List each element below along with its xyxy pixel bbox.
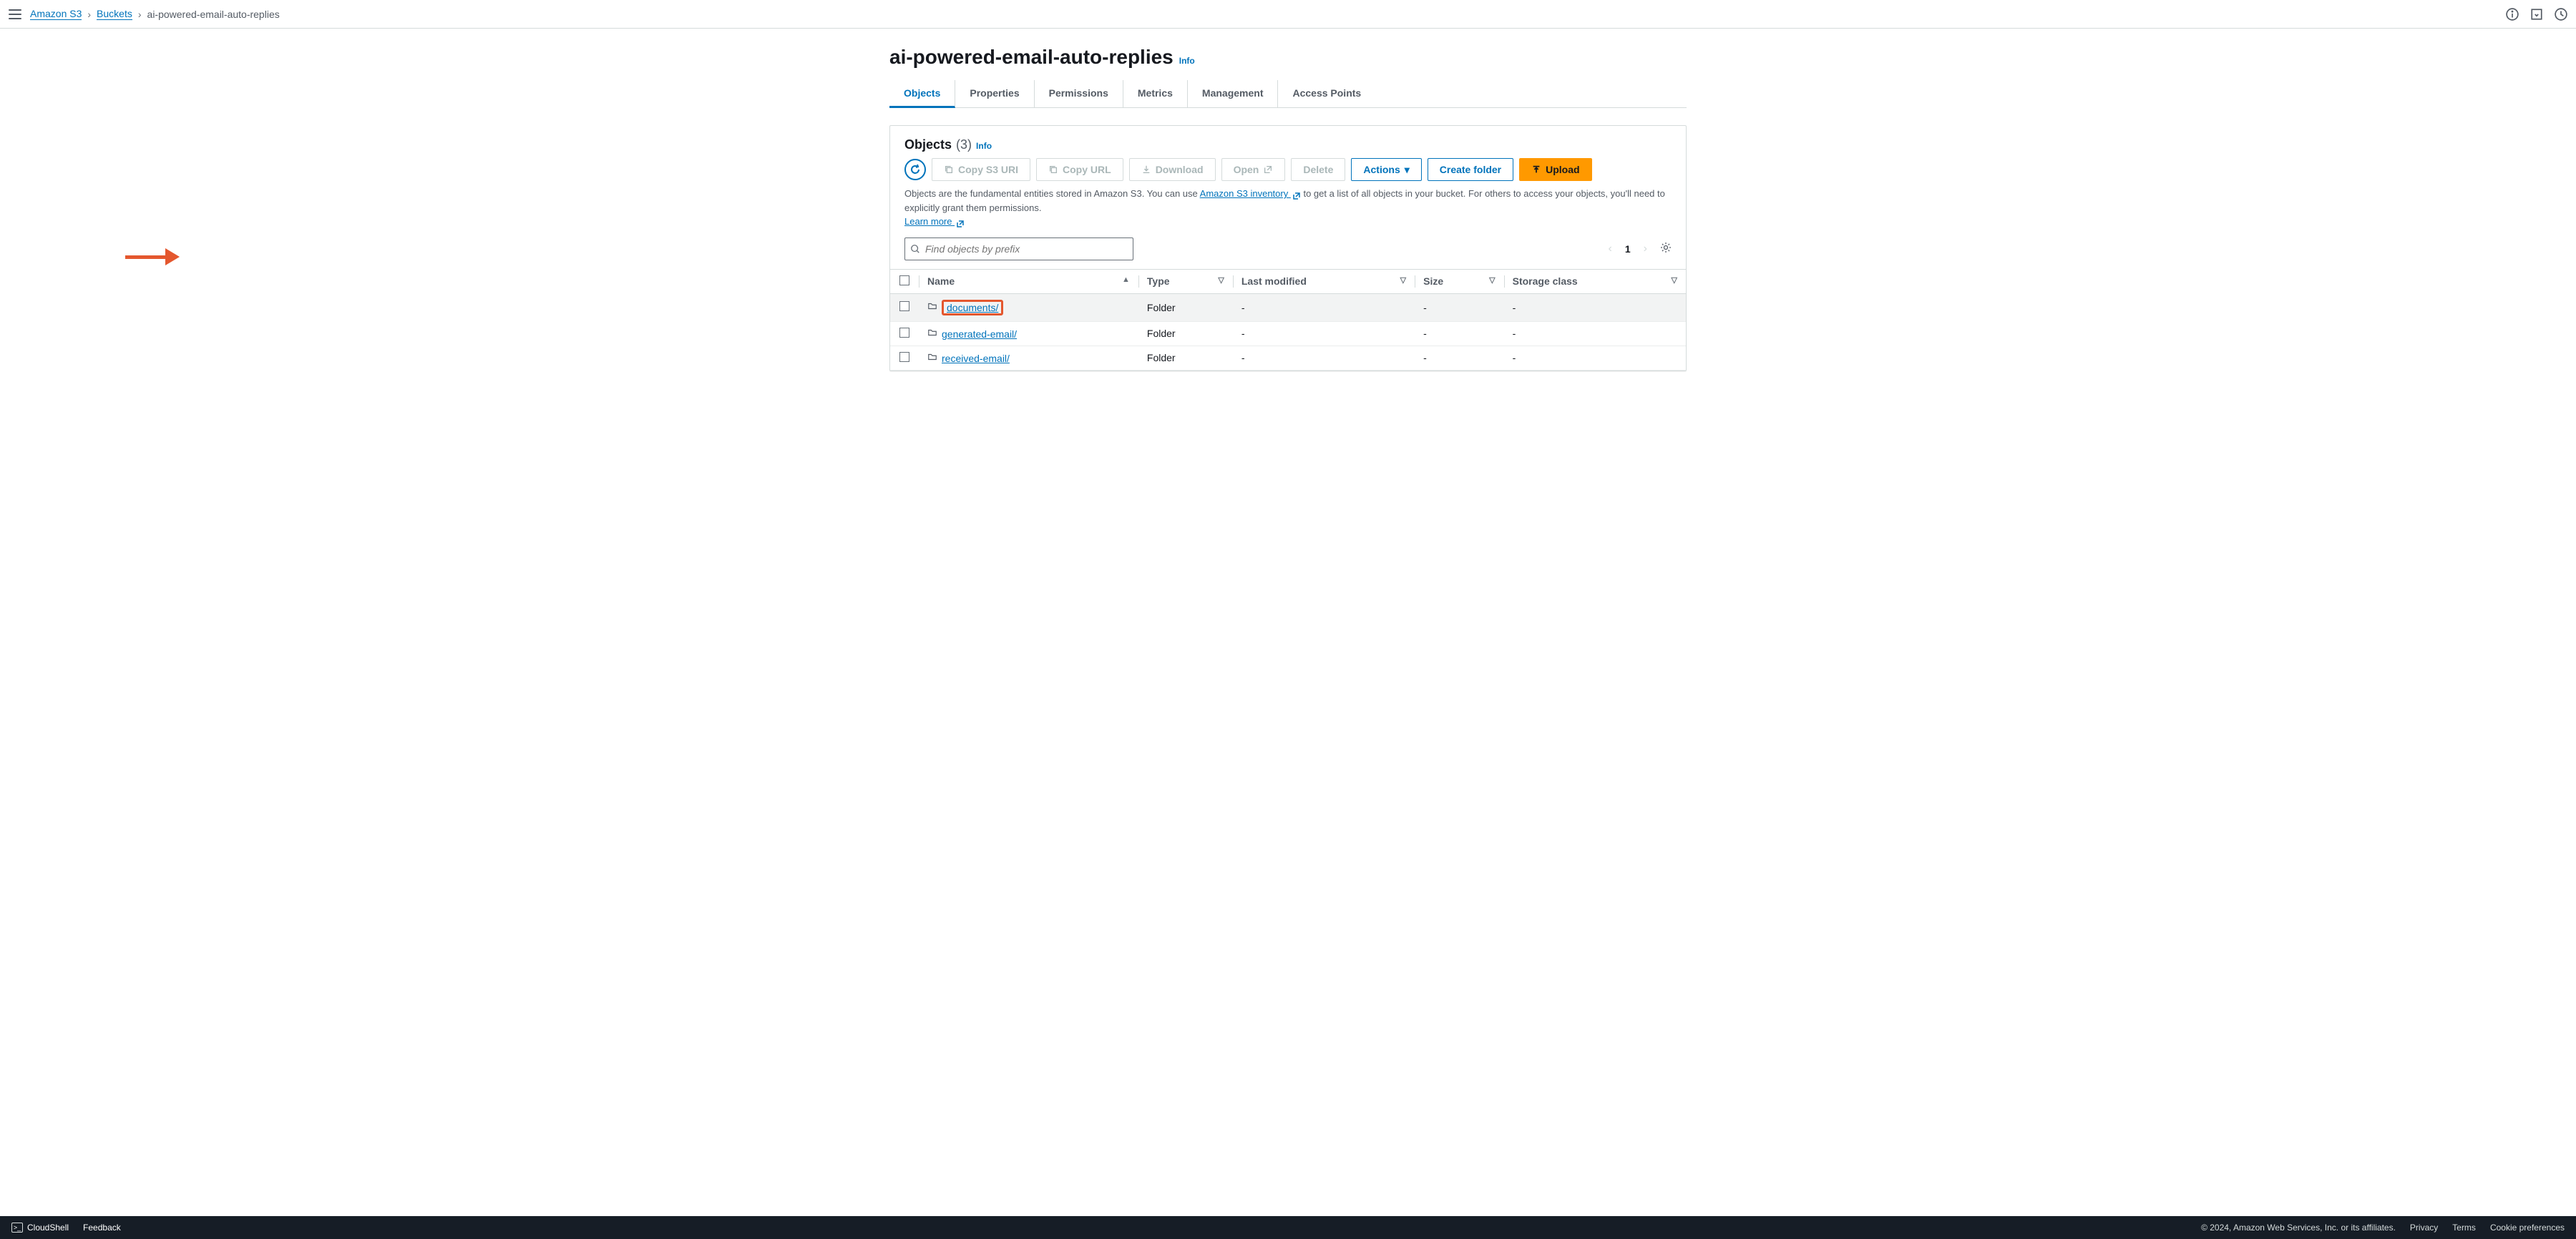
cell-size: - <box>1415 293 1504 321</box>
objects-table: Name▲ Type▽ Last modified▽ Size▽ Storage… <box>890 269 1686 371</box>
row-checkbox[interactable] <box>899 352 909 362</box>
sort-asc-icon: ▲ <box>1122 275 1130 284</box>
copy-s3-uri-button[interactable]: Copy S3 URI <box>932 158 1030 181</box>
cell-type: Folder <box>1138 321 1233 346</box>
tab-properties[interactable]: Properties <box>955 80 1034 107</box>
object-link[interactable]: received-email/ <box>942 353 1010 364</box>
copyright: © 2024, Amazon Web Services, Inc. or its… <box>2201 1223 2396 1233</box>
cell-type: Folder <box>1138 346 1233 370</box>
upload-button[interactable]: Upload <box>1519 158 1591 181</box>
actions-button[interactable]: Actions▾ <box>1351 158 1421 181</box>
table-row[interactable]: received-email/ Folder - - - <box>890 346 1686 370</box>
col-size[interactable]: Size▽ <box>1415 269 1504 293</box>
col-storage-class[interactable]: Storage class▽ <box>1504 269 1686 293</box>
chevron-right-icon: › <box>87 9 91 20</box>
expand-icon[interactable] <box>2530 8 2543 21</box>
tab-metrics[interactable]: Metrics <box>1123 80 1188 107</box>
page-current: 1 <box>1625 243 1631 255</box>
tab-access-points[interactable]: Access Points <box>1278 80 1375 107</box>
external-link-icon <box>1292 190 1301 199</box>
sort-icon: ▽ <box>1400 275 1406 285</box>
breadcrumb: Amazon S3 › Buckets › ai-powered-email-a… <box>30 8 280 20</box>
cell-last-modified: - <box>1233 346 1415 370</box>
external-link-icon <box>956 218 965 227</box>
cell-size: - <box>1415 321 1504 346</box>
privacy-link[interactable]: Privacy <box>2410 1223 2438 1233</box>
row-checkbox[interactable] <box>899 301 909 311</box>
create-folder-button[interactable]: Create folder <box>1428 158 1513 181</box>
top-bar: Amazon S3 › Buckets › ai-powered-email-a… <box>0 0 2576 29</box>
cloudshell-button[interactable]: >_CloudShell <box>11 1223 69 1233</box>
learn-more-link[interactable]: Learn more <box>904 216 965 227</box>
panel-info-link[interactable]: Info <box>976 141 992 151</box>
refresh-button[interactable] <box>904 159 926 180</box>
info-link[interactable]: Info <box>1179 56 1195 66</box>
tab-permissions[interactable]: Permissions <box>1035 80 1123 107</box>
folder-icon <box>927 301 937 311</box>
select-all-checkbox[interactable] <box>899 275 909 285</box>
tabs: Objects Properties Permissions Metrics M… <box>889 80 1687 108</box>
table-row[interactable]: generated-email/ Folder - - - <box>890 321 1686 346</box>
chevron-down-icon: ▾ <box>1405 164 1410 176</box>
search-input[interactable] <box>904 237 1133 260</box>
folder-icon <box>927 328 937 338</box>
tab-objects[interactable]: Objects <box>889 80 955 108</box>
col-last-modified[interactable]: Last modified▽ <box>1233 269 1415 293</box>
footer: >_CloudShell Feedback © 2024, Amazon Web… <box>0 1216 2576 1239</box>
cell-storage-class: - <box>1504 321 1686 346</box>
sort-icon: ▽ <box>1672 275 1677 285</box>
cell-size: - <box>1415 346 1504 370</box>
page-prev[interactable]: ‹ <box>1606 240 1615 258</box>
row-checkbox[interactable] <box>899 328 909 338</box>
page-next[interactable]: › <box>1641 240 1650 258</box>
pagination: ‹ 1 › <box>1606 240 1672 258</box>
sort-icon: ▽ <box>1489 275 1495 285</box>
open-button[interactable]: Open <box>1221 158 1286 181</box>
cookies-link[interactable]: Cookie preferences <box>2490 1223 2565 1233</box>
clock-icon[interactable] <box>2555 8 2567 21</box>
tab-management[interactable]: Management <box>1188 80 1279 107</box>
col-type[interactable]: Type▽ <box>1138 269 1233 293</box>
terms-link[interactable]: Terms <box>2452 1223 2476 1233</box>
cell-storage-class: - <box>1504 346 1686 370</box>
cell-type: Folder <box>1138 293 1233 321</box>
panel-count: (3) <box>956 137 972 152</box>
cell-last-modified: - <box>1233 293 1415 321</box>
cell-last-modified: - <box>1233 321 1415 346</box>
feedback-link[interactable]: Feedback <box>83 1223 121 1233</box>
copy-url-button[interactable]: Copy URL <box>1036 158 1123 181</box>
cloudshell-icon: >_ <box>11 1223 23 1233</box>
object-link[interactable]: documents/ <box>947 302 998 313</box>
page-title: ai-powered-email-auto-replies <box>889 46 1174 69</box>
gear-icon[interactable] <box>1660 242 1672 255</box>
panel-description: Objects are the fundamental entities sto… <box>904 187 1672 229</box>
breadcrumb-buckets[interactable]: Buckets <box>97 8 132 20</box>
objects-panel: Objects (3) Info Copy S3 URI Copy URL Do… <box>889 125 1687 371</box>
panel-title: Objects <box>904 137 952 152</box>
search-icon <box>910 244 920 254</box>
object-link[interactable]: generated-email/ <box>942 328 1017 340</box>
folder-icon <box>927 352 937 362</box>
inventory-link[interactable]: Amazon S3 inventory <box>1200 188 1301 199</box>
menu-icon[interactable] <box>9 9 21 19</box>
col-name[interactable]: Name▲ <box>919 269 1138 293</box>
info-icon[interactable] <box>2506 8 2519 21</box>
sort-icon: ▽ <box>1218 275 1224 285</box>
cell-storage-class: - <box>1504 293 1686 321</box>
chevron-right-icon: › <box>138 9 142 20</box>
annotation-arrow <box>125 248 180 265</box>
breadcrumb-s3[interactable]: Amazon S3 <box>30 8 82 20</box>
breadcrumb-current: ai-powered-email-auto-replies <box>147 9 280 20</box>
download-button[interactable]: Download <box>1129 158 1216 181</box>
delete-button[interactable]: Delete <box>1291 158 1345 181</box>
table-row[interactable]: documents/ Folder - - - <box>890 293 1686 321</box>
